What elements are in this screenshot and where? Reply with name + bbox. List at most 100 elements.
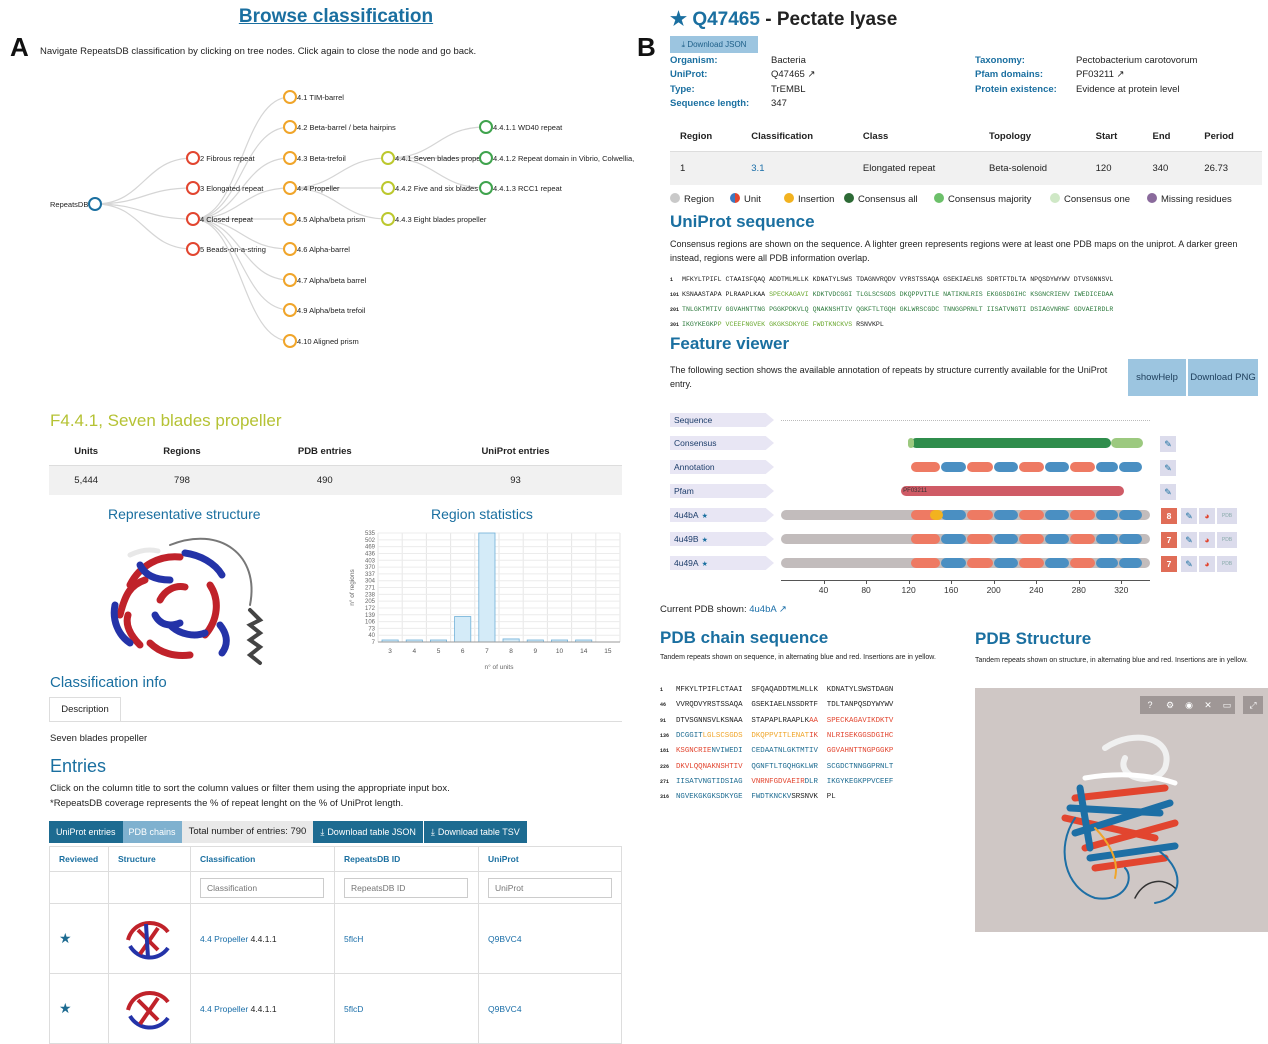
annotation-unit[interactable] (993, 462, 1019, 472)
pdb-logo-icon[interactable]: PDB (1217, 532, 1237, 548)
pdb-chain-unit[interactable] (1044, 534, 1070, 544)
classification-filter-input[interactable] (200, 877, 324, 898)
tree-level2-node[interactable] (283, 181, 297, 195)
pdb-logo-icon[interactable]: PDB (1217, 556, 1237, 572)
annotation-unit[interactable] (1070, 462, 1095, 472)
help-icon[interactable]: ? (1143, 698, 1157, 712)
column-classification[interactable]: Classification (190, 846, 335, 872)
pdb-chain-unit[interactable] (940, 534, 967, 544)
tree-level4-node[interactable] (479, 151, 493, 165)
track-label-Annotation[interactable]: Annotation (670, 460, 774, 474)
uniprot-value-link[interactable]: Q47465 ↗ (771, 69, 815, 80)
representative-structure-image[interactable] (100, 525, 290, 675)
uniprot-filter-input[interactable] (488, 877, 612, 898)
consensus-bar-dark[interactable] (910, 438, 1111, 448)
brush-icon[interactable]: ✎ (1160, 460, 1176, 476)
pdb-chain-unit[interactable] (967, 510, 993, 520)
tree-level4-node[interactable] (479, 120, 493, 134)
table-row[interactable]: ★ 4.4 Propeller 4.4.1.1 5flcH Q9BVC4 (49, 903, 622, 974)
tree-level1-node[interactable] (186, 181, 200, 195)
download-table-json-button[interactable]: ⤓ Download table JSON (313, 821, 423, 843)
tree-level2-node[interactable] (283, 334, 297, 348)
pdb-chain-unit[interactable] (993, 558, 1019, 568)
pie-chart-icon[interactable]: ◕ (1199, 508, 1215, 524)
pie-chart-icon[interactable]: ◕ (1199, 556, 1215, 572)
pdb-chain-unit[interactable] (910, 558, 940, 568)
pdb-chain-unit[interactable] (1044, 510, 1070, 520)
brush-icon[interactable]: ✎ (1160, 484, 1176, 500)
tools-icon[interactable]: ✕ (1201, 698, 1215, 712)
pdb-structure-viewer[interactable]: ? ⚙ ◉ ✕ ▭ ⤢ (975, 688, 1268, 932)
pdb-chains-button[interactable]: PDB chains (122, 821, 182, 843)
pdb-chain-unit[interactable] (910, 534, 940, 544)
annotation-unit[interactable] (1044, 462, 1070, 472)
brush-icon[interactable]: ✎ (1181, 532, 1197, 548)
track-label-Sequence[interactable]: Sequence (670, 413, 774, 427)
annotation-unit[interactable] (1095, 462, 1119, 472)
pdb-chain-unit[interactable] (1070, 510, 1095, 520)
pdb-chain-unit[interactable] (1119, 510, 1142, 520)
tree-level3-node[interactable] (381, 212, 395, 226)
pdb-chain-unit[interactable] (1095, 534, 1119, 544)
tab-description[interactable]: Description (49, 697, 121, 722)
column-structure[interactable]: Structure (108, 846, 191, 872)
pdb-chain-unit[interactable] (967, 534, 993, 544)
pdb-chain-unit[interactable] (1019, 558, 1044, 568)
pie-chart-icon[interactable]: ◕ (1199, 532, 1215, 548)
tree-level2-node[interactable] (283, 90, 297, 104)
track-label-4u49B[interactable]: 4u49B ★ (670, 532, 774, 546)
brush-icon[interactable]: ✎ (1181, 556, 1197, 572)
pdb-chain-unit[interactable] (940, 510, 967, 520)
repeatsdb-id-link[interactable]: 5flcH (334, 903, 479, 974)
pfam-domain[interactable]: PF03211 (901, 486, 1125, 496)
column-repeatsdb-id[interactable]: RepeatsDB ID (334, 846, 479, 872)
pdb-chain-unit[interactable] (1119, 534, 1142, 544)
pdb-chain-unit[interactable] (1095, 558, 1119, 568)
tree-level1-node[interactable] (186, 242, 200, 256)
tree-level4-node[interactable] (479, 181, 493, 195)
uniprot-link[interactable]: Q9BVC4 (478, 903, 622, 974)
tree-level2-node[interactable] (283, 303, 297, 317)
annotation-unit[interactable] (1119, 462, 1142, 472)
region-classification-link[interactable]: 3.1 (741, 151, 853, 185)
track-label-Pfam[interactable]: Pfam (670, 484, 774, 498)
consensus-bar-light[interactable] (1110, 438, 1143, 448)
uniprot-link[interactable]: Q9BVC4 (478, 973, 622, 1044)
pfam-value-link[interactable]: PF03211 ↗ (1076, 69, 1124, 80)
fullscreen-icon[interactable]: ⤢ (1243, 696, 1263, 714)
pdb-chain-unit[interactable] (1070, 558, 1095, 568)
pdb-chain-unit[interactable] (1019, 510, 1044, 520)
pdb-chain-unit[interactable] (1095, 510, 1119, 520)
annotation-unit[interactable] (940, 462, 967, 472)
column-uniprot[interactable]: UniProt (478, 846, 622, 872)
classification-link[interactable]: 4.4 Propeller (200, 934, 248, 944)
classification-link[interactable]: 4.4 Propeller (200, 1004, 248, 1014)
tree-level3-node[interactable] (381, 181, 395, 195)
tree-level2-node[interactable] (283, 242, 297, 256)
repeatsdb-id-filter-input[interactable] (344, 877, 468, 898)
tree-level2-node[interactable] (283, 120, 297, 134)
uniprot-entries-button[interactable]: UniProt entries (49, 821, 123, 843)
brush-icon[interactable]: ✎ (1181, 508, 1197, 524)
track-label-4u4bA[interactable]: 4u4bA ★ (670, 508, 774, 522)
tree-level2-node[interactable] (283, 151, 297, 165)
table-row[interactable]: ★ 4.4 Propeller 4.4.1.1 5flcD Q9BVC4 (49, 973, 622, 1044)
download-json-button[interactable]: ⤓ Download JSON (670, 36, 758, 53)
annotation-unit[interactable] (1019, 462, 1044, 472)
pdb-chain-unit[interactable] (940, 558, 967, 568)
pdb-logo-icon[interactable]: PDB (1217, 508, 1237, 524)
tree-level3-node[interactable] (381, 151, 395, 165)
track-label-4u49A[interactable]: 4u49A ★ (670, 556, 774, 570)
pdb-chain-unit[interactable] (1019, 534, 1044, 544)
pdb-chain-unit[interactable] (993, 534, 1019, 544)
tree-level1-node[interactable] (186, 212, 200, 226)
download-png-button[interactable]: Download PNG (1188, 359, 1258, 396)
annotation-unit[interactable] (910, 462, 940, 472)
tree-level2-node[interactable] (283, 273, 297, 287)
tree-level1-node[interactable] (186, 151, 200, 165)
annotation-unit[interactable] (967, 462, 993, 472)
column-reviewed[interactable]: Reviewed (49, 846, 109, 872)
structure-thumbnail[interactable] (118, 910, 178, 966)
camera-icon[interactable]: ◉ (1182, 698, 1196, 712)
tree-root-node[interactable] (88, 197, 102, 211)
